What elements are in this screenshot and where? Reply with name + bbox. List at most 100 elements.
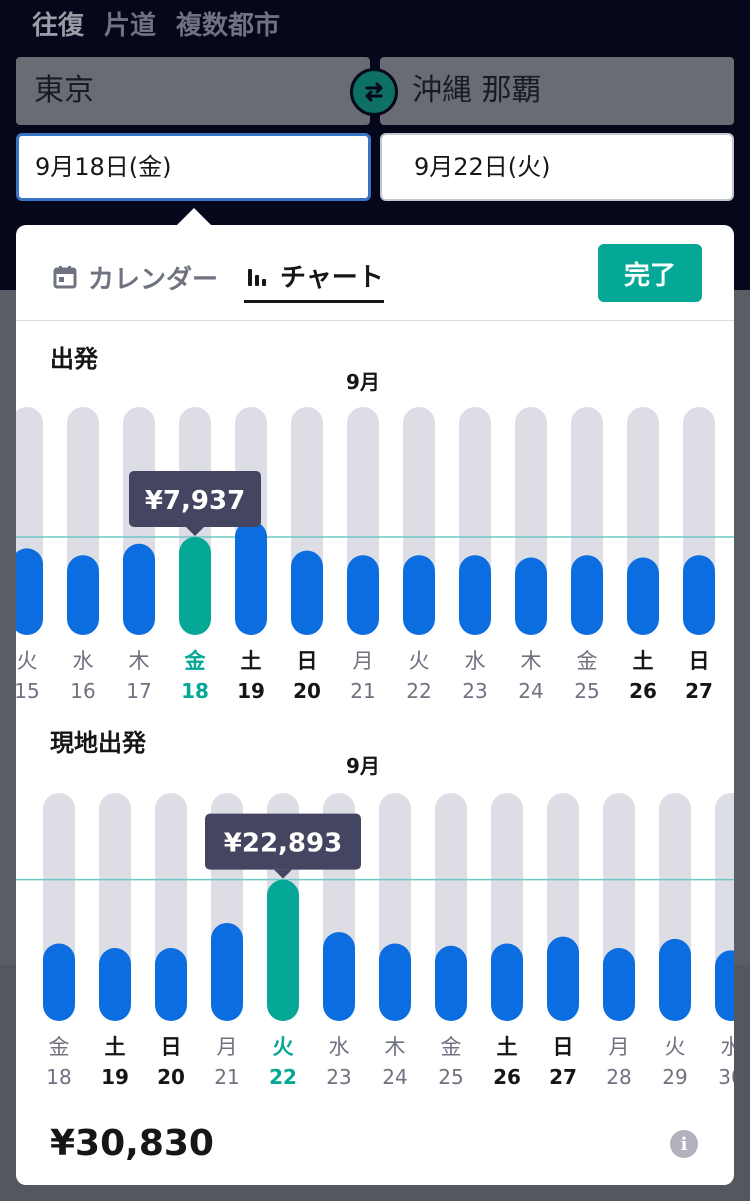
day-number-label: 15: [16, 679, 40, 701]
day-number-label: 24: [518, 679, 543, 701]
day-of-week-label: 水: [73, 649, 94, 673]
departure-section-title: 出発: [50, 345, 98, 373]
price-bar[interactable]: [123, 543, 155, 635]
price-tooltip: ¥22,893: [205, 813, 361, 879]
price-bar[interactable]: [571, 555, 603, 635]
day-of-week-label: 水: [465, 649, 486, 673]
swap-arrows-icon: [365, 82, 383, 102]
day-of-week-label: 日: [297, 649, 318, 673]
tab-multi-city[interactable]: 複数都市: [176, 8, 280, 44]
day-of-week-label: 金: [577, 649, 598, 673]
price-bar[interactable]: [43, 943, 75, 1021]
trip-type-tabs: 往復 片道 複数都市: [32, 8, 280, 44]
price-tooltip-text: ¥22,893: [224, 829, 342, 859]
calendar-icon: [53, 266, 77, 289]
price-bar[interactable]: [435, 945, 467, 1021]
price-bar[interactable]: [715, 950, 734, 1021]
done-button[interactable]: 完了: [598, 244, 702, 302]
day-of-week-label: 土: [105, 1035, 126, 1059]
day-of-week-label: 日: [161, 1035, 182, 1059]
day-number-label: 26: [629, 679, 657, 701]
date-picker-popup: カレンダー チャート 完了 出発 9月 火 15 水 16 木 17 金 18 土 19 日 20 月 2…: [16, 225, 734, 1185]
day-number-label: 18: [181, 679, 209, 701]
day-of-week-label: 火: [17, 649, 38, 673]
day-of-week-label: 土: [497, 1035, 518, 1059]
day-number-label: 21: [214, 1065, 239, 1089]
day-of-week-label: 日: [689, 649, 710, 673]
day-of-week-label: 金: [184, 649, 207, 673]
price-bar[interactable]: [235, 521, 267, 635]
price-bar[interactable]: [291, 550, 323, 635]
day-of-week-label: 月: [353, 649, 374, 673]
tab-chart[interactable]: チャート: [244, 255, 384, 303]
selected-price-bar[interactable]: [267, 879, 299, 1021]
price-tooltip-text: ¥7,937: [145, 486, 245, 516]
price-bar[interactable]: [99, 948, 131, 1021]
price-bar[interactable]: [211, 922, 243, 1021]
day-of-week-label: 木: [521, 649, 542, 673]
selected-price-bar[interactable]: [179, 536, 211, 635]
day-number-label: 27: [549, 1065, 577, 1089]
price-tooltip: ¥7,937: [129, 470, 261, 536]
day-of-week-label: 金: [441, 1035, 462, 1059]
price-bar[interactable]: [155, 948, 187, 1021]
day-number-label: 27: [685, 679, 713, 701]
price-bar[interactable]: [515, 557, 547, 635]
return_chart-svg: 金 18 土 19 日 20 月 21 火 22 水 23 木 24 金 25 土 26 日 27 月 28 火 29 水 30 ¥…: [16, 793, 734, 1089]
departure-price-chart: 火 15 水 16 木 17 金 18 土 19 日 20 月 21 火 22 水 23 木 24 金 25 土 26 日 27 ¥…: [16, 401, 734, 701]
day-of-week-label: 日: [553, 1035, 574, 1059]
price-bar[interactable]: [627, 557, 659, 635]
price-bar[interactable]: [603, 948, 635, 1021]
price-bar[interactable]: [683, 555, 715, 635]
day-number-label: 25: [574, 679, 599, 701]
day-number-label: 28: [606, 1065, 631, 1089]
day-number-label: 22: [406, 679, 431, 701]
price-bar[interactable]: [67, 555, 99, 635]
swap-locations-button[interactable]: [350, 68, 398, 116]
day-number-label: 30: [718, 1065, 734, 1089]
day-of-week-label: 土: [241, 649, 262, 673]
day-number-label: 24: [382, 1065, 407, 1089]
tab-calendar-label: カレンダー: [88, 264, 219, 295]
price-bar[interactable]: [347, 555, 379, 635]
tab-round-trip[interactable]: 往復: [32, 8, 84, 44]
price-bar[interactable]: [491, 943, 523, 1021]
price-bar[interactable]: [459, 555, 491, 635]
day-of-week-label: 木: [129, 649, 150, 673]
price-bar[interactable]: [659, 938, 691, 1021]
day-of-week-label: 火: [409, 649, 430, 673]
day-number-label: 23: [462, 679, 487, 701]
price-bar[interactable]: [323, 932, 355, 1021]
tab-calendar[interactable]: カレンダー: [52, 255, 218, 299]
info-icon[interactable]: i: [670, 1130, 698, 1158]
day-of-week-label: 水: [329, 1035, 350, 1059]
departure_chart-svg: 火 15 水 16 木 17 金 18 土 19 日 20 月 21 火 22 水 23 木 24 金 25 土 26 日 27 ¥…: [16, 407, 734, 701]
price-bar[interactable]: [16, 548, 43, 635]
day-number-label: 20: [293, 679, 321, 701]
origin-field[interactable]: 東京: [16, 57, 370, 125]
day-number-label: 21: [350, 679, 375, 701]
tab-one-way[interactable]: 片道: [104, 8, 156, 44]
return-section-title: 現地出発: [50, 729, 146, 757]
day-number-label: 16: [70, 679, 95, 701]
day-of-week-label: 火: [665, 1035, 686, 1059]
day-of-week-label: 月: [217, 1035, 238, 1059]
price-bar[interactable]: [547, 936, 579, 1021]
day-number-label: 25: [438, 1065, 463, 1089]
departure-month-label: 9月: [346, 370, 380, 394]
day-of-week-label: 火: [273, 1035, 294, 1059]
depart-date-field[interactable]: 9月18日(金): [16, 133, 371, 201]
day-of-week-label: 金: [49, 1035, 70, 1059]
day-number-label: 26: [493, 1065, 521, 1089]
day-of-week-label: 木: [385, 1035, 406, 1059]
destination-field[interactable]: 沖縄 那覇: [380, 57, 734, 125]
popup-caret: [176, 208, 212, 226]
return-month-label: 9月: [346, 754, 380, 778]
day-number-label: 19: [101, 1065, 129, 1089]
bar-chart-icon: [248, 268, 266, 286]
day-of-week-label: 土: [633, 649, 654, 673]
price-bar[interactable]: [379, 943, 411, 1021]
day-number-label: 29: [662, 1065, 687, 1089]
price-bar[interactable]: [403, 555, 435, 635]
return-date-field[interactable]: 9月22日(火): [380, 133, 734, 201]
